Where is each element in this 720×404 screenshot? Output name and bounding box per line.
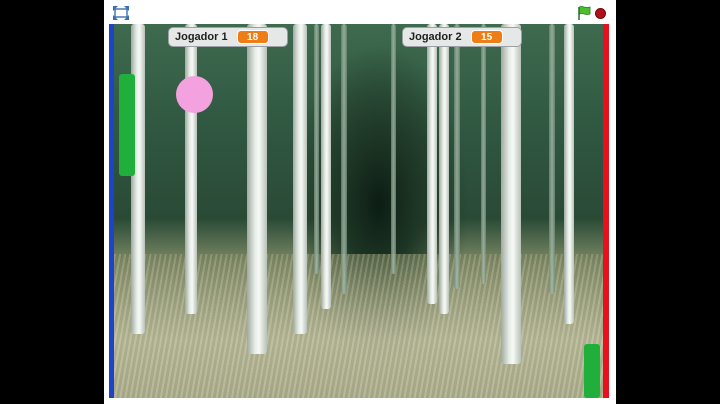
tree-trunk <box>564 24 574 324</box>
score-label: Jogador 2 <box>409 31 462 43</box>
left-wall <box>109 24 114 398</box>
tree-trunk <box>501 24 521 364</box>
score-monitor-player-1[interactable]: Jogador 1 18 <box>168 27 288 47</box>
score-value: 15 <box>470 30 503 44</box>
tree-trunk <box>185 24 197 314</box>
stage-player: Jogador 1 18 Jogador 2 15 <box>104 0 616 404</box>
tree-trunk <box>391 24 396 274</box>
stop-icon[interactable] <box>595 8 606 19</box>
tree-trunk <box>481 24 486 284</box>
score-value: 18 <box>236 30 269 44</box>
tree-trunk <box>549 24 555 294</box>
tree-trunk <box>247 24 267 354</box>
tree-trunk <box>131 24 145 334</box>
forest-grass <box>109 254 609 398</box>
tree-trunk <box>321 24 331 309</box>
player-toolbar <box>104 0 616 24</box>
tree-trunk <box>427 24 437 304</box>
tree-trunk <box>314 24 319 274</box>
fullscreen-icon[interactable] <box>113 6 129 20</box>
score-monitor-player-2[interactable]: Jogador 2 15 <box>402 27 522 47</box>
ball <box>176 76 213 113</box>
tree-trunk <box>439 24 449 314</box>
right-wall <box>603 24 609 398</box>
right-paddle[interactable] <box>584 344 600 398</box>
green-flag-icon[interactable] <box>576 5 592 21</box>
tree-trunk <box>341 24 347 294</box>
score-label: Jogador 1 <box>175 31 228 43</box>
tree-trunk <box>454 24 460 289</box>
tree-trunk <box>293 24 307 334</box>
left-paddle[interactable] <box>119 74 135 176</box>
game-stage: Jogador 1 18 Jogador 2 15 <box>109 24 609 398</box>
